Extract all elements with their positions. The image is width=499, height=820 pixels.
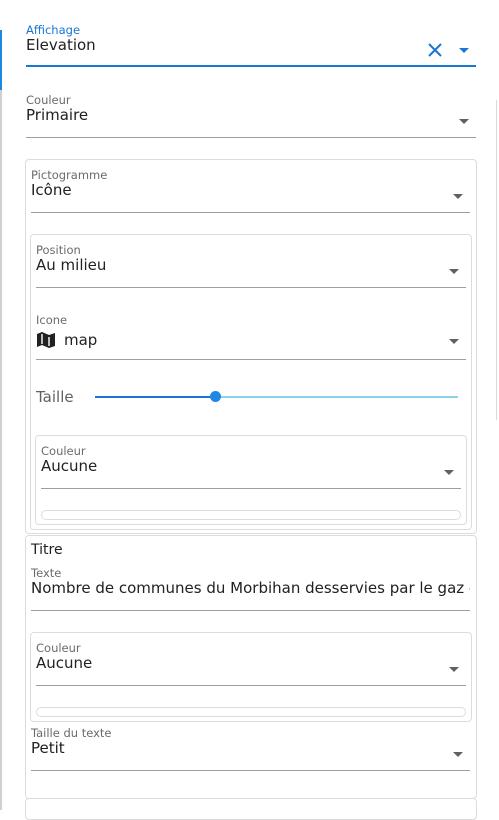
chevron-down-icon[interactable] (444, 470, 454, 475)
position-select[interactable]: Position Au milieu (36, 243, 466, 288)
slider-track-filled (95, 396, 215, 398)
affichage-select[interactable]: Affichage Elevation (26, 23, 476, 68)
couleur-value: Primaire (26, 106, 89, 124)
taille-texte-underline (31, 770, 470, 771)
texte-underline (31, 610, 470, 611)
left-edge-border (0, 90, 2, 810)
position-label: Position (36, 243, 81, 257)
pictogramme-underline (31, 212, 470, 213)
pictogramme-value: Icône (31, 181, 72, 199)
taille-texte-label: Taille du texte (31, 726, 112, 740)
chevron-down-icon[interactable] (453, 194, 463, 199)
pictogramme-couleur-custom-bar (41, 510, 461, 520)
couleur-label: Couleur (26, 93, 71, 107)
icone-select[interactable]: Icone map (36, 313, 466, 360)
pictogramme-couleur-label: Couleur (41, 444, 86, 458)
taille-texte-value: Petit (31, 739, 65, 757)
couleur-select[interactable]: Couleur Primaire (26, 93, 476, 138)
chevron-down-icon[interactable] (449, 269, 459, 274)
taille-label: Taille (36, 388, 74, 406)
titre-heading: Titre (31, 542, 63, 558)
position-underline (36, 287, 466, 288)
titre-couleur-label: Couleur (36, 641, 81, 655)
affichage-value: Elevation (26, 36, 96, 54)
taille-slider[interactable] (95, 390, 458, 404)
titre-couleur-select[interactable]: Couleur Aucune (36, 641, 466, 686)
pictogramme-couleur-underline (41, 488, 461, 489)
affichage-underline (26, 65, 476, 67)
clear-icon[interactable] (427, 42, 443, 58)
chevron-down-icon[interactable] (449, 667, 459, 672)
texte-label: Texte (31, 566, 62, 580)
texte-input[interactable]: Texte Nombre de communes du Morbihan des… (31, 566, 470, 611)
chevron-down-icon[interactable] (459, 48, 469, 53)
slider-thumb[interactable] (210, 391, 221, 402)
icone-label: Icone (36, 313, 68, 327)
taille-texte-select[interactable]: Taille du texte Petit (31, 726, 470, 771)
next-panel (25, 798, 477, 820)
icone-underline (36, 359, 466, 360)
chevron-down-icon[interactable] (453, 752, 463, 757)
chevron-down-icon[interactable] (459, 119, 469, 124)
chevron-down-icon[interactable] (449, 339, 459, 344)
position-value: Au milieu (36, 256, 107, 274)
titre-couleur-underline (36, 685, 466, 686)
pictogramme-select[interactable]: Pictogramme Icône (31, 168, 470, 213)
pictogramme-couleur-value: Aucune (41, 457, 98, 475)
affichage-label: Affichage (26, 23, 81, 37)
right-edge-border (496, 100, 497, 420)
map-icon (36, 332, 56, 348)
pictogramme-couleur-select[interactable]: Couleur Aucune (41, 444, 461, 489)
texte-value: Nombre de communes du Morbihan desservie… (31, 579, 470, 597)
slider-track-remaining (215, 396, 458, 398)
couleur-underline (26, 137, 476, 138)
pictogramme-label: Pictogramme (31, 168, 108, 182)
icone-value: map (64, 331, 98, 349)
titre-couleur-value: Aucune (36, 654, 93, 672)
titre-couleur-custom-bar (36, 707, 466, 717)
left-edge-accent (0, 30, 2, 90)
